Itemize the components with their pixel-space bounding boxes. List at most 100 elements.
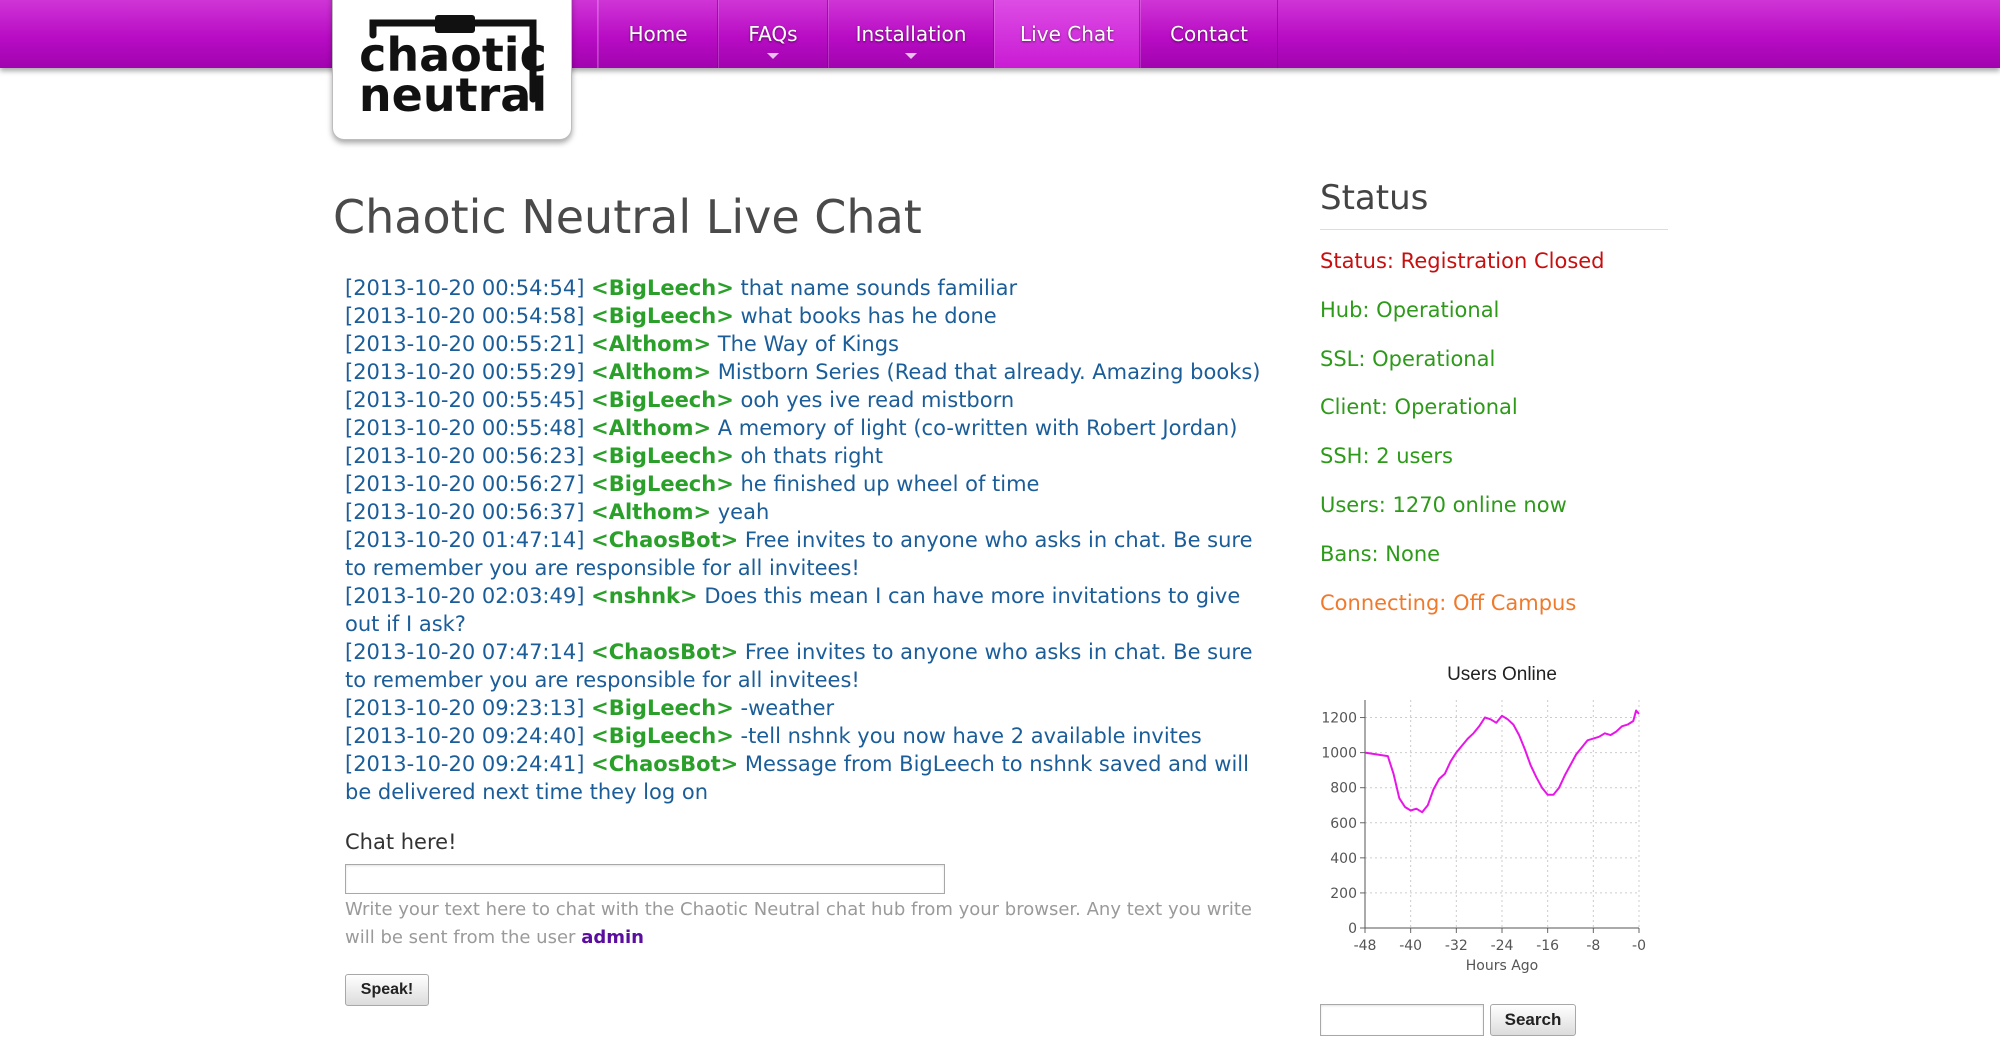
chat-label: Chat here!: [345, 830, 457, 854]
status-item: SSH: 2 users: [1320, 444, 1453, 469]
search-button[interactable]: Search: [1490, 1004, 1576, 1036]
chat-message: A memory of light (co-written with Rober…: [717, 416, 1238, 440]
chat-timestamp: [2013-10-20 00:56:37]: [345, 500, 585, 524]
nav-faqs-label: FAQs: [748, 22, 798, 46]
chat-timestamp: [2013-10-20 00:54:58]: [345, 304, 585, 328]
chat-timestamp: [2013-10-20 00:55:48]: [345, 416, 585, 440]
chat-message: yeah: [717, 500, 770, 524]
logo-plug-icon: chaotic neutral: [359, 15, 547, 119]
chat-username: <Althom>: [591, 500, 712, 524]
chat-timestamp: [2013-10-20 02:03:49]: [345, 584, 585, 608]
chat-line: [2013-10-20 00:56:27] <BigLeech> he fini…: [345, 470, 1270, 498]
chat-line: [2013-10-20 09:23:13] <BigLeech> -weathe…: [345, 694, 1270, 722]
nav-contact-label: Contact: [1170, 22, 1248, 46]
x-tick-label: -48: [1354, 938, 1377, 954]
chat-line: [2013-10-20 02:03:49] <nshnk> Does this …: [345, 582, 1270, 638]
chat-message: he finished up wheel of time: [740, 472, 1040, 496]
nav-contact[interactable]: Contact: [1140, 0, 1278, 68]
chat-line: [2013-10-20 00:55:45] <BigLeech> ooh yes…: [345, 386, 1270, 414]
y-tick-label: 200: [1330, 886, 1357, 902]
chat-timestamp: [2013-10-20 00:54:54]: [345, 276, 585, 300]
x-tick-label: -16: [1536, 938, 1559, 954]
speak-button[interactable]: Speak!: [345, 974, 429, 1006]
chat-line: [2013-10-20 01:47:14] <ChaosBot> Free in…: [345, 526, 1270, 582]
status-list: Status: Registration Closed Hub: Operatio…: [1320, 244, 1605, 634]
nav-faqs[interactable]: FAQs: [718, 0, 828, 68]
nav-live-chat-label: Live Chat: [1020, 22, 1114, 46]
chat-username: <BigLeech>: [591, 472, 734, 496]
status-item: Status: Registration Closed: [1320, 249, 1605, 273]
logo-text-line2: neutral: [359, 68, 547, 119]
chat-message: -weather: [740, 696, 835, 720]
nav-installation[interactable]: Installation: [828, 0, 994, 68]
chat-username: <BigLeech>: [591, 696, 734, 720]
chart-title: Users Online: [1447, 664, 1557, 685]
y-tick-label: 0: [1348, 921, 1357, 937]
search-input[interactable]: [1320, 1004, 1484, 1036]
x-tick-label: -32: [1445, 938, 1468, 954]
chat-message: -tell nshnk you now have 2 available inv…: [740, 724, 1202, 748]
chat-line: [2013-10-20 00:55:21] <Althom> The Way o…: [345, 330, 1270, 358]
chat-line: [2013-10-20 00:55:48] <Althom> A memory …: [345, 414, 1270, 442]
chat-message: that name sounds familiar: [740, 276, 1018, 300]
status-item: Hub: Operational: [1320, 297, 1500, 322]
chat-username: <ChaosBot>: [591, 528, 739, 552]
chat-line: [2013-10-20 00:55:29] <Althom> Mistborn …: [345, 358, 1270, 386]
y-tick-label: 1200: [1321, 711, 1357, 727]
chat-timestamp: [2013-10-20 01:47:14]: [345, 528, 585, 552]
nav-home[interactable]: Home: [598, 0, 718, 68]
site-logo[interactable]: chaotic neutral: [332, 0, 572, 140]
chat-line: [2013-10-20 00:56:37] <Althom> yeah: [345, 498, 1270, 526]
chat-username: <BigLeech>: [591, 388, 734, 412]
status-item: Users: 1270 online now: [1320, 492, 1567, 517]
chat-username: <nshnk>: [591, 584, 698, 608]
chat-message: ooh yes ive read mistborn: [740, 388, 1015, 412]
caret-down-icon: [905, 53, 917, 59]
chat-line: [2013-10-20 09:24:41] <ChaosBot> Message…: [345, 750, 1270, 806]
chat-username: <ChaosBot>: [591, 752, 739, 776]
status-item: Client: Operational: [1320, 395, 1518, 420]
caret-down-icon: [767, 53, 779, 59]
chat-help-username[interactable]: admin: [581, 927, 644, 948]
chat-username: <BigLeech>: [591, 276, 734, 300]
chat-timestamp: [2013-10-20 09:23:13]: [345, 696, 585, 720]
chat-username: <ChaosBot>: [591, 640, 739, 664]
y-tick-label: 400: [1330, 851, 1357, 867]
chat-timestamp: [2013-10-20 00:55:45]: [345, 388, 585, 412]
chat-line: [2013-10-20 09:24:40] <BigLeech> -tell n…: [345, 722, 1270, 750]
chat-line: [2013-10-20 00:54:58] <BigLeech> what bo…: [345, 302, 1270, 330]
chat-line: [2013-10-20 00:54:54] <BigLeech> that na…: [345, 274, 1270, 302]
y-tick-label: 600: [1330, 816, 1357, 832]
x-tick-label: -8: [1586, 938, 1600, 954]
chat-message: The Way of Kings: [717, 332, 899, 356]
chat-message: Mistborn Series (Read that already. Amaz…: [717, 360, 1261, 384]
nav-home-label: Home: [628, 22, 688, 46]
x-tick-label: -40: [1399, 938, 1422, 954]
users-online-chart: 0 200 400 600 800 1000 1200 -48 -40 -32 -24 -16 -8 -0…: [1306, 650, 1646, 980]
chat-timestamp: [2013-10-20 09:24:41]: [345, 752, 585, 776]
chat-username: <Althom>: [591, 360, 712, 384]
users-online-chart-svg: 0 200 400 600 800 1000 1200 -48 -40 -32 -24 -16 -8 -0…: [1321, 664, 1646, 974]
chat-username: <BigLeech>: [591, 444, 734, 468]
chat-timestamp: [2013-10-20 00:56:23]: [345, 444, 585, 468]
nav-installation-label: Installation: [855, 22, 967, 46]
chat-timestamp: [2013-10-20 00:55:21]: [345, 332, 585, 356]
chat-username: <BigLeech>: [591, 724, 734, 748]
chat-username: <Althom>: [591, 332, 712, 356]
chat-message: what books has he done: [740, 304, 997, 328]
y-tick-label: 1000: [1321, 746, 1357, 762]
page-title: Chaotic Neutral Live Chat: [333, 190, 922, 244]
chat-log: [2013-10-20 00:54:54] <BigLeech> that na…: [345, 274, 1270, 806]
nav-live-chat[interactable]: Live Chat: [994, 0, 1140, 68]
status-item: SSL: Operational: [1320, 346, 1496, 371]
x-tick-label: -0: [1632, 938, 1646, 954]
chat-timestamp: [2013-10-20 09:24:40]: [345, 724, 585, 748]
x-tick-label: -24: [1491, 938, 1514, 954]
main-nav: Home FAQs Installation Live Chat Contact: [597, 0, 1278, 68]
chat-line: [2013-10-20 00:56:23] <BigLeech> oh that…: [345, 442, 1270, 470]
y-tick-label: 800: [1330, 781, 1357, 797]
chat-line: [2013-10-20 07:47:14] <ChaosBot> Free in…: [345, 638, 1270, 694]
chat-input[interactable]: [345, 864, 945, 894]
chat-help-body: Write your text here to chat with the Ch…: [345, 899, 1252, 948]
status-divider: [1320, 229, 1668, 230]
